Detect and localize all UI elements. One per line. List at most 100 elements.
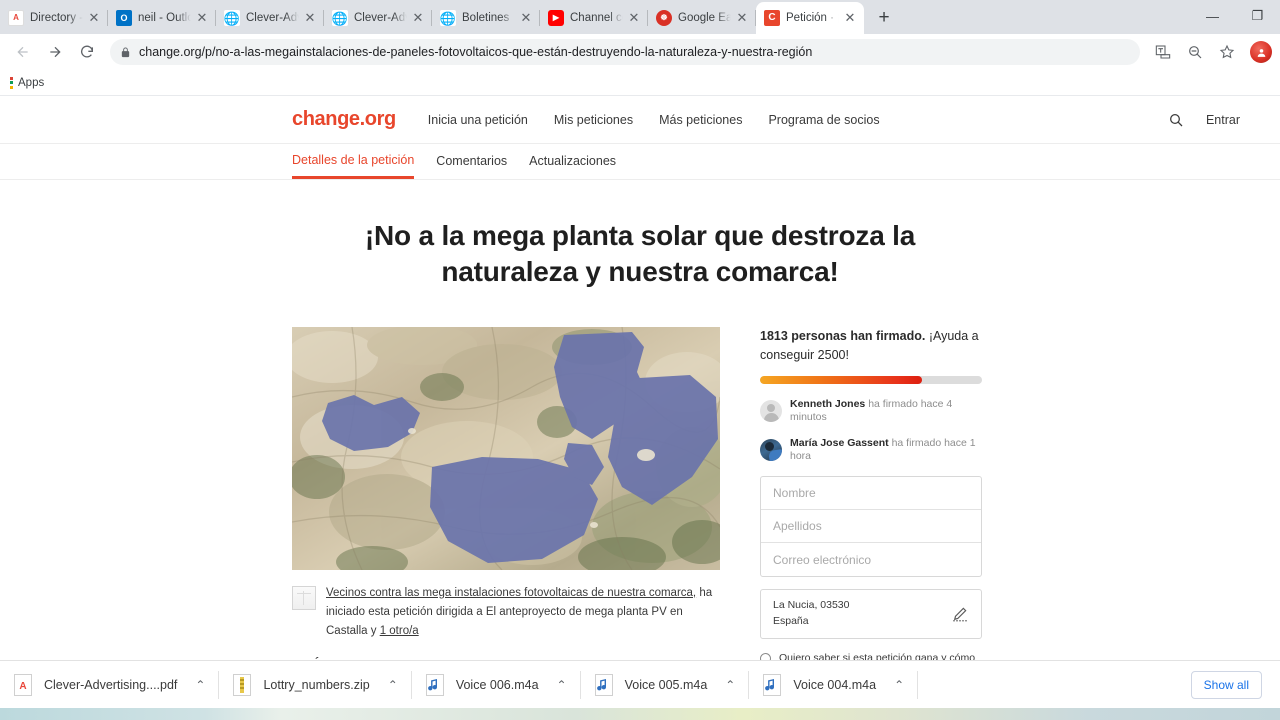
download-item[interactable]: Lottry_numbers.zip ⌃ — [219, 661, 413, 709]
tab-petition-details[interactable]: Detalles de la petición — [292, 144, 415, 179]
lock-icon — [120, 46, 131, 58]
author-link[interactable]: Vecinos contra las mega instalaciones fo… — [326, 587, 696, 599]
translate-icon[interactable] — [1148, 37, 1178, 67]
close-icon[interactable]: ✕ — [302, 10, 318, 26]
page-title: ¡No a la mega planta solar que destroza … — [364, 220, 916, 288]
zip-file-icon — [233, 673, 252, 696]
browser-tab-active[interactable]: C Petición · ¡No ✕ — [756, 2, 864, 34]
petition-byline: Vecinos contra las mega instalaciones fo… — [292, 584, 720, 641]
signer-name: Kenneth Jones — [790, 397, 866, 410]
back-arrow-icon[interactable] — [8, 37, 38, 67]
google-earth-icon: ☸ — [656, 10, 672, 26]
browser-tab[interactable]: O neil - Outlook ✕ — [108, 2, 216, 34]
download-filename: Voice 006.m4a — [455, 677, 539, 692]
download-item[interactable]: A Clever-Advertising....pdf ⌃ — [0, 661, 220, 709]
download-item[interactable]: Voice 005.m4a ⌃ — [581, 661, 750, 709]
browser-tab[interactable]: 🌐 Clever-Adverti ✕ — [216, 2, 324, 34]
location-line2: España — [773, 614, 809, 627]
globe-icon: 🌐 — [332, 10, 348, 26]
page-viewport: change.org Inicia una petición Mis petic… — [0, 96, 1280, 660]
signature-form: Nombre Apellidos Correo electrónico — [760, 476, 982, 578]
tab-title: Channel conte — [570, 12, 624, 24]
tab-comments[interactable]: Comentarios — [436, 144, 507, 179]
author-thumbnail-icon — [292, 585, 316, 610]
location-field[interactable]: La Nucia, 03530 España — [760, 589, 982, 639]
location-line1: La Nucia, 03530 — [773, 599, 850, 612]
zoom-out-icon[interactable] — [1180, 37, 1210, 67]
pdf-file-icon: A — [14, 673, 32, 696]
minimize-button[interactable]: — — [1190, 0, 1235, 32]
close-icon[interactable]: ✕ — [410, 10, 426, 26]
pencil-icon[interactable] — [951, 605, 969, 623]
chevron-up-icon[interactable]: ⌃ — [557, 678, 567, 692]
changeorg-logo[interactable]: change.org — [292, 108, 396, 131]
browser-window: A Directory - The ✕ O neil - Outlook ✕ 🌐… — [0, 0, 1280, 720]
petition-hero-image — [292, 326, 720, 570]
star-icon[interactable] — [1212, 37, 1242, 67]
reload-icon[interactable] — [72, 37, 102, 67]
satellite-map-graphic — [292, 326, 720, 570]
address-bar[interactable]: change.org/p/no-a-las-megainstalaciones-… — [110, 39, 1140, 65]
close-icon[interactable]: ✕ — [86, 10, 102, 26]
globe-icon: 🌐 — [440, 10, 456, 26]
download-filename: Voice 005.m4a — [624, 677, 708, 692]
close-icon[interactable]: ✕ — [842, 10, 858, 26]
profile-avatar[interactable] — [1250, 41, 1272, 63]
forward-arrow-icon[interactable] — [40, 37, 70, 67]
changeorg-icon: C — [764, 10, 780, 26]
tab-title: neil - Outlook — [138, 12, 192, 24]
site-header: change.org Inicia una petición Mis petic… — [0, 96, 1280, 144]
download-item[interactable]: Voice 006.m4a ⌃ — [412, 661, 581, 709]
nav-item-my-petitions[interactable]: Mis peticiones — [554, 113, 633, 127]
tab-strip: A Directory - The ✕ O neil - Outlook ✕ 🌐… — [0, 0, 1280, 34]
download-filename: Lottry_numbers.zip — [263, 677, 370, 692]
email-field[interactable]: Correo electrónico — [761, 543, 981, 576]
download-item[interactable]: Voice 004.m4a ⌃ — [749, 661, 918, 709]
tab-updates[interactable]: Actualizaciones — [529, 144, 616, 179]
site-header-right: Entrar — [1168, 112, 1240, 128]
radio-option-keep-me-posted[interactable]: Quiero saber si esta petición gana y cóm… — [760, 651, 982, 660]
chevron-up-icon[interactable]: ⌃ — [894, 678, 904, 692]
chevron-up-icon[interactable]: ⌃ — [195, 678, 205, 692]
last-name-field[interactable]: Apellidos — [761, 510, 981, 544]
close-icon[interactable]: ✕ — [734, 10, 750, 26]
bookmark-apps[interactable]: Apps — [10, 76, 44, 89]
avatar — [760, 439, 782, 462]
url-text: change.org/p/no-a-las-megainstalaciones-… — [139, 45, 813, 59]
nav-item-partner-program[interactable]: Programa de socios — [768, 113, 879, 127]
radio-label: Quiero saber si esta petición gana y cóm… — [779, 651, 976, 660]
tab-title: Petición · ¡No — [786, 12, 840, 24]
new-tab-button[interactable]: + — [870, 4, 898, 32]
close-icon[interactable]: ✕ — [518, 10, 534, 26]
toolbar-right-buttons — [1148, 37, 1272, 67]
tab-title: Google Earth — [678, 12, 732, 24]
progress-fill — [760, 375, 923, 384]
nav-item-more-petitions[interactable]: Más peticiones — [659, 113, 742, 127]
signature-count-bold: 1813 personas han firmado. — [760, 328, 926, 343]
maximize-button[interactable]: ❐ — [1235, 0, 1280, 32]
svg-text:A: A — [19, 681, 26, 692]
browser-tab[interactable]: A Directory - The ✕ — [0, 2, 108, 34]
close-icon[interactable]: ✕ — [194, 10, 210, 26]
outlook-icon: O — [116, 10, 132, 26]
close-icon[interactable]: ✕ — [626, 10, 642, 26]
chevron-up-icon[interactable]: ⌃ — [725, 678, 735, 692]
browser-tab[interactable]: ☸ Google Earth ✕ — [648, 2, 756, 34]
nav-item-start-petition[interactable]: Inicia una petición — [428, 113, 528, 127]
login-link[interactable]: Entrar — [1206, 113, 1240, 127]
chevron-up-icon[interactable]: ⌃ — [388, 678, 398, 692]
search-icon[interactable] — [1168, 112, 1184, 128]
downloads-bar: A Clever-Advertising....pdf ⌃ Lottry_num… — [0, 660, 1280, 708]
download-filename: Voice 004.m4a — [793, 677, 877, 692]
first-name-field[interactable]: Nombre — [761, 477, 981, 511]
radio-button[interactable] — [760, 652, 771, 660]
signature-count: 1813 personas han firmado. ¡Ayuda a cons… — [760, 327, 982, 366]
signature-progress-bar — [760, 375, 982, 384]
apps-dots-icon — [10, 76, 13, 89]
browser-tab[interactable]: 🌐 Boletines ✕ — [432, 2, 540, 34]
other-recipients-link[interactable]: 1 otro/a — [380, 625, 419, 637]
browser-tab[interactable]: ▶ Channel conte ✕ — [540, 2, 648, 34]
browser-tab[interactable]: 🌐 Clever-Adverti ✕ — [324, 2, 432, 34]
signer-text: Kenneth Jones ha firmado hace 4 minutos — [790, 398, 982, 425]
show-all-downloads-button[interactable]: Show all — [1190, 670, 1262, 699]
